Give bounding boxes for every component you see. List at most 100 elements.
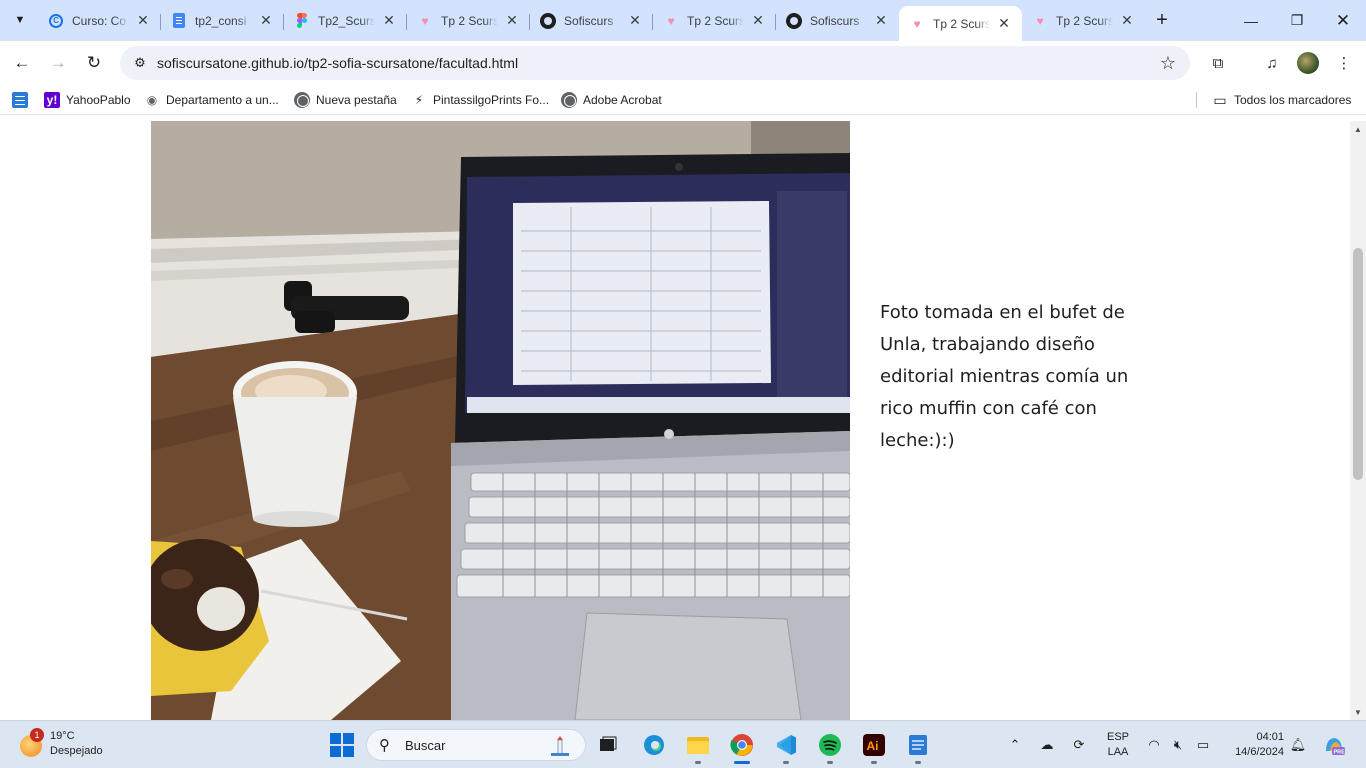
bookmark-label: YahooPablo [66,93,131,107]
volume-button[interactable]: 🔇︎ [1168,733,1188,757]
tab-title: Tp 2 Scurs [1056,13,1113,28]
edge-icon [644,735,664,755]
weather-widget[interactable]: 1 19°C Despejado [18,728,138,762]
extensions-button[interactable]: ⧉ [1204,49,1232,77]
tab-title: Tp 2 Scurs [687,13,744,28]
tab-active[interactable]: ♥ Tp 2 Scurs ✕ [899,6,1022,41]
close-icon[interactable]: ✕ [504,12,520,29]
close-icon[interactable]: ✕ [627,12,643,29]
new-tab-button[interactable]: + [1150,8,1174,32]
task-view-button[interactable] [592,729,624,761]
media-controls-button[interactable]: ♫ [1258,49,1286,77]
start-button[interactable] [330,733,354,757]
menu-button[interactable]: ⋮ [1330,49,1358,77]
wifi-button[interactable]: ◠ [1144,733,1164,757]
notepad-icon [909,735,927,755]
taskbar-app-chrome[interactable] [726,729,758,764]
bell-icon: 🔔︎ [1289,737,1307,752]
copilot-button[interactable]: PRE [1320,733,1348,757]
bookmark-pintassilgo[interactable]: ⚡ PintassilgoPrints Fo... [411,90,549,110]
url-text[interactable]: sofiscursatone.github.io/tp2-sofia-scurs… [157,55,518,71]
tab-curso[interactable]: C Curso: Co ✕ [38,6,161,35]
tab-github[interactable]: Sofiscurs ✕ [776,6,899,35]
page-scrollbar[interactable]: ▲ ▼ [1350,121,1366,720]
weather-badge: 1 [30,728,44,742]
onedrive-button[interactable]: ☁ [1036,733,1058,757]
close-icon[interactable]: ✕ [381,12,397,29]
address-bar[interactable]: ⚙ sofiscursatone.github.io/tp2-sofia-scu… [120,46,1190,80]
bookmark-adobe-acrobat[interactable]: Adobe Acrobat [561,90,662,110]
close-icon[interactable]: ✕ [750,12,766,29]
back-button[interactable]: ← [8,49,36,77]
all-bookmarks-button[interactable]: ▭ Todos los marcadores [1212,90,1351,110]
tab-list: C Curso: Co ✕ tp2_consi ✕ Tp2_Scurs ✕ ♥ … [38,6,1145,41]
close-icon[interactable]: ✕ [1119,12,1135,29]
taskbar-app-file-explorer[interactable] [682,729,714,764]
kebab-menu-icon: ⋮ [1336,55,1352,72]
heart-icon: ♥ [1036,13,1044,28]
restore-button[interactable]: ❐ [1274,0,1320,41]
clock-date: 14/6/2024 [1235,746,1284,758]
show-hidden-icons-button[interactable]: ⌃ [1006,733,1024,757]
tab-tp2-consigna[interactable]: tp2_consi ✕ [161,6,284,35]
tab-figma[interactable]: Tp2_Scurs ✕ [284,6,407,35]
taskbar-search[interactable]: ⚲ Buscar [366,729,586,761]
minimize-button[interactable]: ― [1228,0,1274,41]
close-icon[interactable]: ✕ [873,12,889,29]
tab-tp2-page[interactable]: ♥ Tp 2 Scurs ✕ [1022,6,1145,35]
bookmark-departamento[interactable]: ◉ Departamento a un... [144,90,279,110]
tab-search-button[interactable]: ▼ [8,8,32,32]
taskbar-app-notepad[interactable] [902,729,934,764]
lighthouse-icon [551,736,569,756]
profile-avatar[interactable] [1297,52,1319,74]
tab-title: Tp 2 Scurs [441,13,498,28]
media-queue-icon: ♫ [1266,54,1278,72]
taskbar-app-spotify[interactable] [814,729,846,764]
github-icon [540,12,556,29]
sync-button[interactable]: ⟳ [1068,733,1090,757]
apps-shortcut[interactable] [12,90,34,110]
taskbar-app-edge[interactable] [638,729,670,761]
keyboard-layout: LAA [1107,746,1129,758]
volume-muted-icon: 🔇︎ [1173,737,1183,752]
taskbar-app-illustrator[interactable]: Ai [858,729,890,764]
tab-tp2-page[interactable]: ♥ Tp 2 Scurs ✕ [653,6,776,35]
bookmark-label: PintassilgoPrints Fo... [433,93,550,107]
triangle-down-icon: ▼ [1354,707,1362,717]
bookmark-yahoopablo[interactable]: y! YahooPablo [44,90,131,110]
forward-button[interactable]: → [44,49,72,77]
scroll-up-button[interactable]: ▲ [1350,121,1366,137]
apps-icon [12,92,28,108]
tab-title: Sofiscurs [810,13,860,28]
bookmark-star-button[interactable]: ☆ [1156,51,1180,75]
weather-condition: Despejado [50,745,103,757]
scroll-down-button[interactable]: ▼ [1350,704,1366,720]
wifi-icon: ◠ [1148,737,1160,752]
folder-icon: ▭ [1213,91,1227,108]
tab-tp2-page[interactable]: ♥ Tp 2 Scurs ✕ [407,6,530,35]
plus-icon: + [1156,8,1168,31]
svg-text:Ai: Ai [867,739,879,753]
all-bookmarks-label: Todos los marcadores [1234,93,1352,107]
close-icon[interactable]: ✕ [258,12,274,29]
clock[interactable]: 04:01 14/6/2024 [1222,730,1284,760]
close-window-button[interactable]: ✕ [1320,0,1366,41]
running-indicator [827,761,833,764]
taskbar-app-vscode[interactable] [770,729,802,764]
tab-github[interactable]: Sofiscurs ✕ [530,6,653,35]
bookmark-label: Departamento a un... [166,93,279,107]
notifications-button[interactable]: 🔔︎ [1288,733,1308,757]
reload-button[interactable]: ↻ [80,49,108,77]
battery-button[interactable]: ▭ [1192,733,1214,757]
scroll-thumb[interactable] [1353,247,1363,480]
running-indicator [915,761,921,764]
site-info-button[interactable]: ⚙ [128,51,152,75]
github-icon [786,12,802,29]
heart-icon: ♥ [667,13,675,28]
language-indicator[interactable]: ESP LAA [1106,730,1130,760]
taskbar: 1 19°C Despejado ⚲ Buscar Ai ⌃ ☁ ⟳ ESP L… [0,720,1366,768]
close-icon[interactable]: ✕ [135,12,151,29]
close-icon[interactable]: ✕ [996,15,1012,32]
photo-caption: Foto tomada en el bufet de Unla, trabaja… [880,302,1129,451]
bookmark-nueva-pestana[interactable]: Nueva pestaña [294,90,397,110]
